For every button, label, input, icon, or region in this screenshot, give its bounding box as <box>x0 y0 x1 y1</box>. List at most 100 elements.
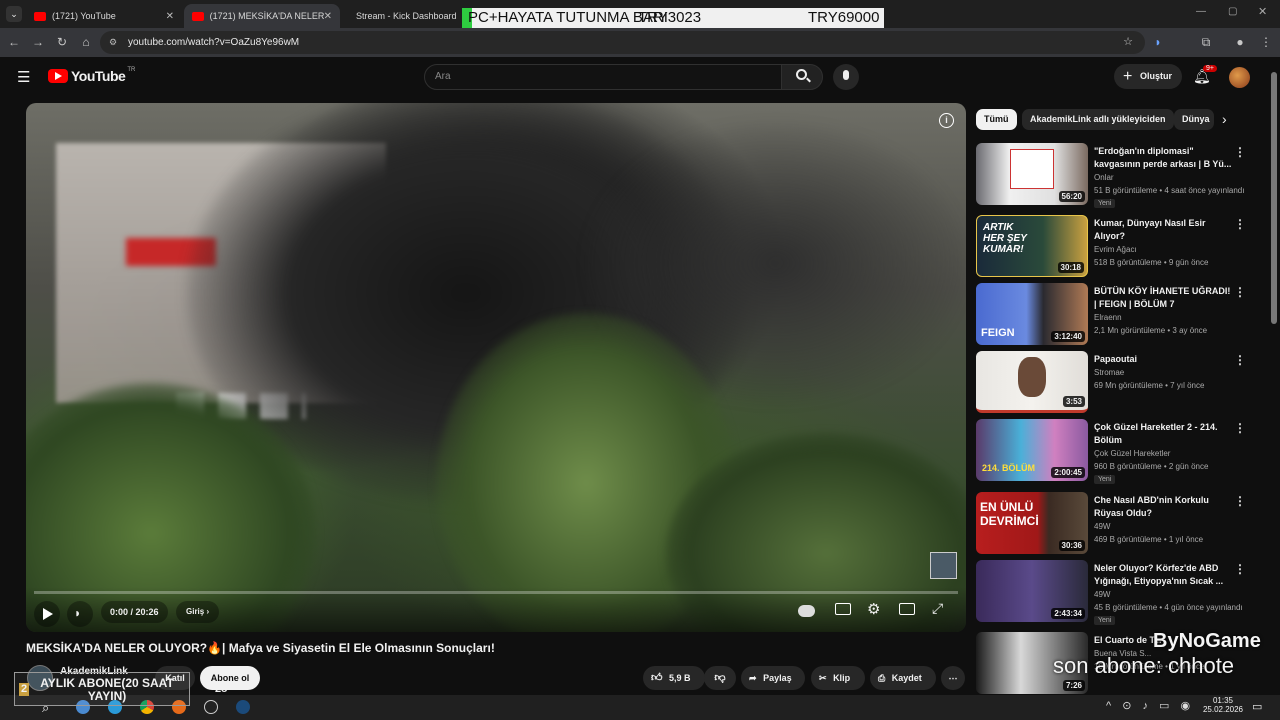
list-item[interactable]: 3:53 Papaoutai Stromae 69 Mn görüntüleme… <box>976 351 1256 413</box>
youtube-logo[interactable]: YouTube TR <box>48 67 136 84</box>
reload-icon[interactable]: ↻ <box>54 34 70 50</box>
notification-badge: 9+ <box>1203 65 1217 72</box>
bookmark-star-icon[interactable]: ☆ <box>1123 31 1133 54</box>
search-input[interactable]: Ara <box>424 64 782 90</box>
list-item[interactable]: ARTIK HER ŞEY KUMAR! 30:18 Kumar, Dünyay… <box>976 215 1256 277</box>
clip-button[interactable]: ✂ Klip <box>811 666 865 690</box>
window-close-icon[interactable]: ✕ <box>1258 5 1267 18</box>
video-player[interactable]: i ◗ 0:00 / 20:26 Giriş › ⚙ ⤢ <box>26 103 966 632</box>
tab-search-icon[interactable]: ⌄ <box>6 6 22 22</box>
more-horiz-icon: ⋯ <box>948 673 958 683</box>
chip-all[interactable]: Tümü <box>976 109 1017 130</box>
browser-menu-icon[interactable]: ⋮ <box>1258 34 1274 50</box>
duration-badge: 7:26 <box>1062 680 1085 691</box>
more-vert-icon[interactable]: ⋮ <box>1234 217 1246 231</box>
play-button[interactable] <box>34 601 60 627</box>
obs-icon[interactable] <box>204 700 218 714</box>
video-thumbnail[interactable]: FEIGN 3:12:40 <box>976 283 1088 345</box>
window-minimize-icon[interactable]: — <box>1196 6 1206 17</box>
volume-button[interactable]: ◗ <box>67 601 93 627</box>
goal-target: TRY69000 <box>808 9 880 26</box>
duration-badge: 30:36 <box>1058 540 1085 551</box>
clock-date: 25.02.2026 <box>1202 705 1244 714</box>
youtube-favicon-icon <box>34 11 46 21</box>
video-thumbnail[interactable]: 3:53 <box>976 351 1088 413</box>
tab-current-video[interactable]: (1721) MEKSİKA'DA NELER OLU ✕ <box>184 4 340 28</box>
list-item[interactable]: EN ÜNLÜ DEVRİMCİ 30:36 Che Nasıl ABD'nin… <box>976 492 1256 554</box>
tab-kick-dashboard[interactable]: Stream - Kick Dashboard <box>342 4 462 28</box>
share-button[interactable]: ➦ Paylaş <box>741 666 805 690</box>
video-thumbnail[interactable]: 2:43:34 <box>976 560 1088 622</box>
site-info-icon[interactable]: ⚙ <box>109 31 117 54</box>
window-maximize-icon[interactable]: ▢ <box>1228 6 1237 17</box>
create-button[interactable]: + Oluştur <box>1114 64 1182 89</box>
more-vert-icon[interactable]: ⋮ <box>1234 494 1246 508</box>
tab-youtube-home[interactable]: (1721) YouTube ✕ <box>26 4 182 28</box>
list-item[interactable]: 214. BÖLÜM 2:00:45 Çok Güzel Hareketler … <box>976 419 1256 484</box>
save-label: Kaydet <box>891 673 922 683</box>
fullscreen-icon[interactable]: ⤢ <box>932 600 943 617</box>
search-button[interactable] <box>781 64 823 90</box>
more-vert-icon[interactable]: ⋮ <box>1234 145 1246 159</box>
info-icon[interactable]: i <box>939 113 954 128</box>
youtube-play-logo-icon <box>48 69 68 83</box>
rec-meta: 45 B görüntüleme • 4 gün önce yayınlandı <box>1094 603 1243 612</box>
autoplay-toggle[interactable] <box>798 605 815 617</box>
subscriber-goal-overlay: 2 AYLIK ABONE(20 SAAT YAYIN) 28 <box>14 672 227 706</box>
thumb-caption: EN ÜNLÜ DEVRİMCİ <box>980 500 1039 528</box>
url-field[interactable]: ⚙ youtube.com/watch?v=OaZu8Ye96wM ☆ <box>100 31 1145 54</box>
dislike-button[interactable]: 👎︎ <box>704 666 736 690</box>
tray-icons[interactable]: ^ ⊙ ♪ ▭ ◉ <box>1106 699 1194 712</box>
more-vert-icon[interactable]: ⋮ <box>1234 562 1246 576</box>
list-item[interactable]: FEIGN 3:12:40 BÜTÜN KÖY İHANETE UĞRADI! … <box>976 283 1256 345</box>
subscribe-button[interactable]: Abone ol <box>200 666 260 690</box>
more-actions-button[interactable]: ⋯ <box>941 666 965 690</box>
video-thumbnail[interactable]: EN ÜNLÜ DEVRİMCİ 30:36 <box>976 492 1088 554</box>
duration-badge: 30:18 <box>1057 262 1084 273</box>
settings-gear-icon[interactable]: ⚙ <box>867 600 880 618</box>
thumb-caption: ARTIK HER ŞEY KUMAR! <box>983 222 1027 255</box>
notifications-button[interactable]: 🔔︎ 9+ <box>1193 65 1217 86</box>
forward-icon[interactable]: → <box>30 34 46 50</box>
home-icon[interactable]: ⌂ <box>78 34 94 50</box>
scrollbar[interactable] <box>1271 72 1277 324</box>
chapter-button[interactable]: Giriş › <box>176 601 220 623</box>
save-button[interactable]: ⎙ Kaydet <box>870 666 936 690</box>
video-thumbnail[interactable]: ARTIK HER ŞEY KUMAR! 30:18 <box>976 215 1088 277</box>
like-button[interactable]: 👍︎ 5,9 B <box>643 666 705 690</box>
steam-icon[interactable] <box>236 700 250 714</box>
more-vert-icon[interactable]: ⋮ <box>1234 421 1246 435</box>
windows-taskbar: ⌕ ^ ⊙ ♪ ▭ ◉ 01:35 25.02.2026 ▭ <box>0 695 1280 720</box>
thumbs-down-icon: 👎︎ <box>714 672 726 684</box>
profile-icon[interactable]: ● <box>1232 34 1248 50</box>
region-code: TR <box>127 67 136 73</box>
extension-icon[interactable]: ◗ <box>1150 34 1166 50</box>
thumb-caption: FEIGN <box>981 327 1015 339</box>
progress-bar[interactable] <box>34 591 958 594</box>
extensions-puzzle-icon[interactable]: ⧉ <box>1198 34 1214 50</box>
chip-world[interactable]: Dünya <box>1174 109 1214 130</box>
back-icon[interactable]: ← <box>6 34 22 50</box>
rec-channel: Çok Güzel Hareketler <box>1094 449 1171 458</box>
miniplayer-icon[interactable] <box>899 603 915 615</box>
close-icon[interactable]: ✕ <box>166 11 174 22</box>
more-vert-icon[interactable]: ⋮ <box>1234 353 1246 367</box>
hamburger-menu-icon[interactable]: ☰ <box>17 68 30 86</box>
rec-title: Papaoutai <box>1094 354 1138 364</box>
time-display: 0:00 / 20:26 <box>101 601 168 623</box>
voice-search-button[interactable] <box>833 64 859 90</box>
avatar[interactable] <box>1229 67 1250 88</box>
video-thumbnail[interactable]: 56:20 <box>976 143 1088 205</box>
list-item[interactable]: 2:43:34 Neler Oluyor? Körfez'de ABD Yığı… <box>976 560 1256 625</box>
close-icon[interactable]: ✕ <box>324 11 332 22</box>
channel-watermark-icon[interactable] <box>930 552 957 579</box>
list-item[interactable]: 56:20 "Erdoğan'ın diplomasi" kavgasının … <box>976 143 1256 208</box>
subtitles-icon[interactable] <box>835 603 851 615</box>
plus-icon: + <box>1123 68 1133 85</box>
more-vert-icon[interactable]: ⋮ <box>1234 285 1246 299</box>
notification-center-icon[interactable]: ▭ <box>1252 700 1262 713</box>
chevron-right-icon[interactable]: › <box>1222 111 1227 127</box>
clock[interactable]: 01:35 25.02.2026 <box>1200 696 1246 714</box>
video-thumbnail[interactable]: 214. BÖLÜM 2:00:45 <box>976 419 1088 481</box>
chip-uploader[interactable]: AkademikLink adlı yükleyiciden <box>1022 109 1174 130</box>
